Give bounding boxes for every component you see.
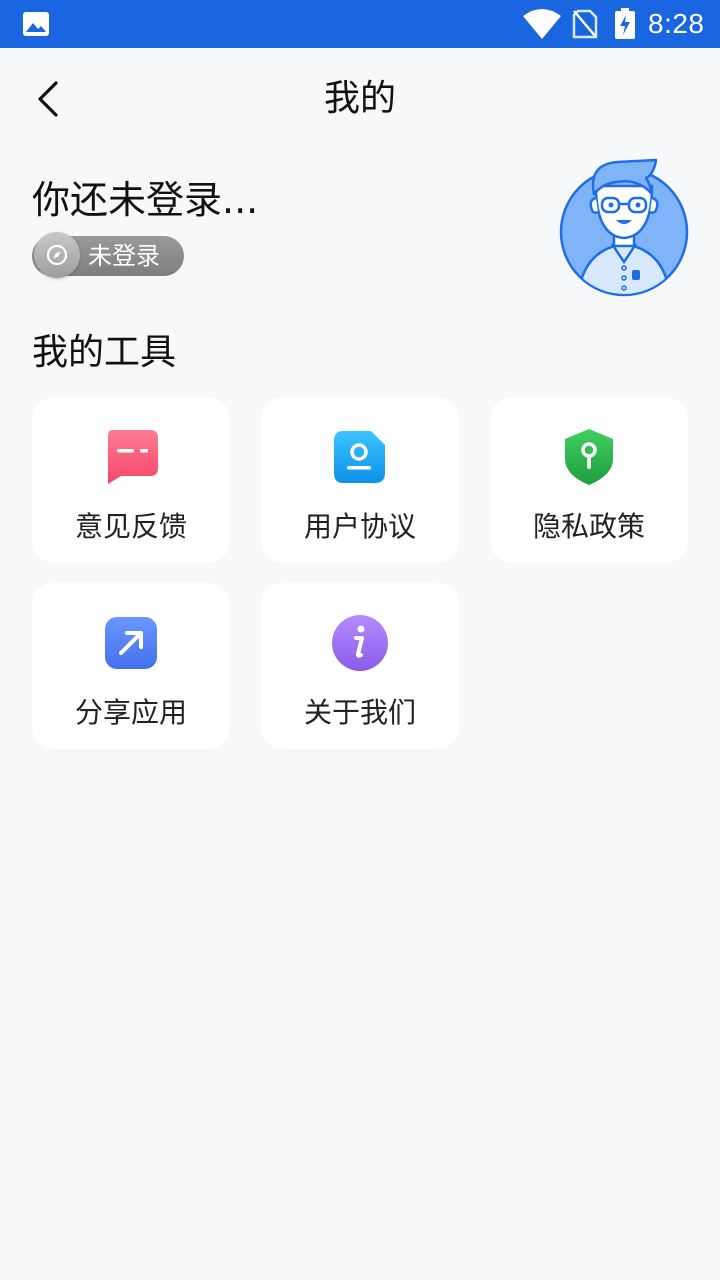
wifi-icon <box>523 9 561 39</box>
tool-feedback-card[interactable]: 意见反馈 <box>32 397 230 563</box>
status-bar: 8:28 <box>0 0 720 48</box>
tool-agreement-card[interactable]: 用户协议 <box>261 397 459 563</box>
tool-about-card[interactable]: 关于我们 <box>261 583 459 749</box>
user-agreement-icon <box>334 431 385 483</box>
battery-charging-icon <box>615 8 635 39</box>
page-title: 我的 <box>323 78 396 119</box>
privacy-shield-icon <box>565 429 613 485</box>
tool-privacy-card[interactable]: 隐私政策 <box>490 397 688 563</box>
badge-label: 未登录 <box>88 242 160 270</box>
image-icon <box>23 12 49 36</box>
tool-label: 关于我们 <box>303 696 416 729</box>
feedback-chat-icon <box>108 430 158 484</box>
no-sim-icon <box>572 9 598 39</box>
tool-label: 意见反馈 <box>74 510 187 543</box>
tool-label: 分享应用 <box>74 696 187 729</box>
status-time: 8:28 <box>648 8 705 39</box>
tool-label: 用户协议 <box>303 510 416 543</box>
section-title-tools: 我的工具 <box>32 332 177 373</box>
avatar[interactable] <box>558 158 690 300</box>
login-status-badge[interactable]: 未登录 <box>32 232 184 278</box>
share-arrow-icon <box>105 617 157 669</box>
info-icon <box>332 615 388 671</box>
login-prompt[interactable]: 你还未登录... <box>32 176 258 224</box>
tool-label: 隐私政策 <box>532 510 645 543</box>
tool-share-card[interactable]: 分享应用 <box>32 583 230 749</box>
compass-icon <box>34 232 80 278</box>
